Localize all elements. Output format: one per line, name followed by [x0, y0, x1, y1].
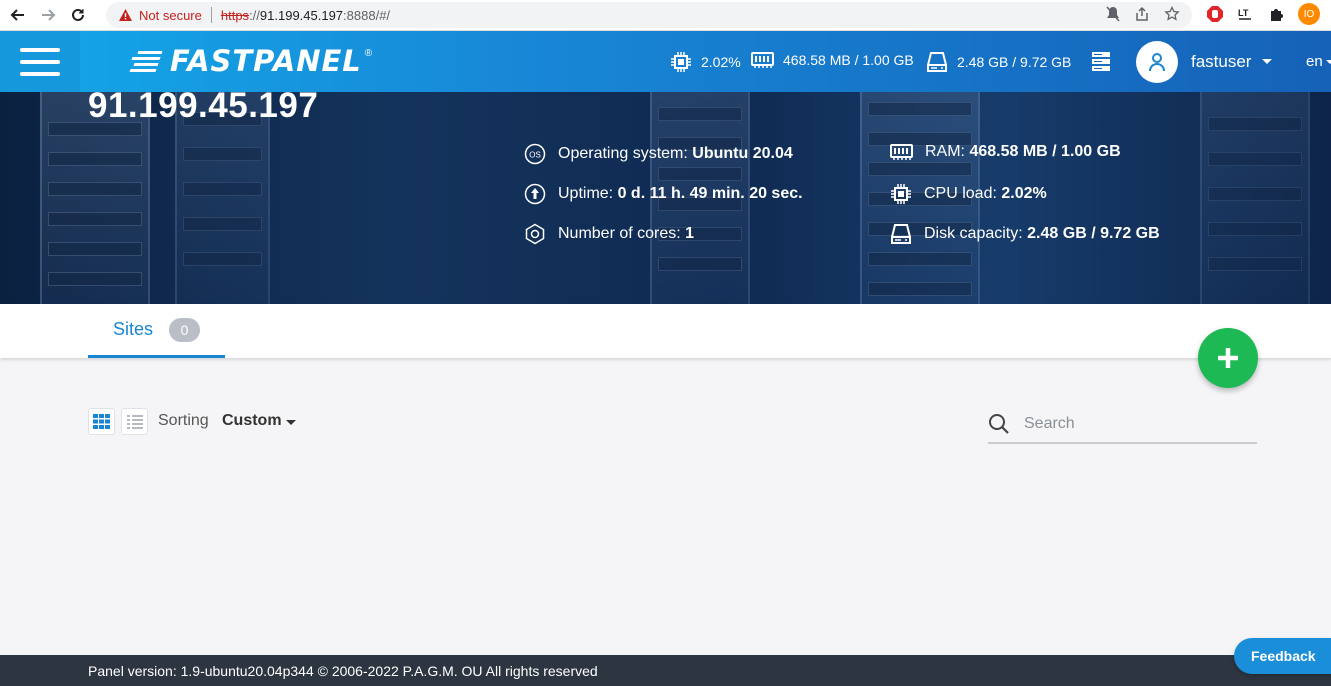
cpu-info: CPU load: 2.02% [890, 183, 1047, 205]
tab-bar: Sites 0 [0, 304, 1331, 358]
logo-mark-icon [129, 48, 164, 74]
security-label: Not secure [139, 7, 202, 23]
cpu-value: 2.02% [1001, 185, 1047, 202]
list-view-button[interactable] [121, 408, 148, 435]
ram-info: RAM: 468.58 MB / 1.00 GB [890, 143, 1121, 161]
cores-icon [525, 223, 545, 245]
url-host: 91.199.45.197 [259, 7, 344, 23]
uptime-arrow-up-icon [524, 183, 546, 205]
uptime-info: Uptime: 0 d. 11 h. 49 min. 20 sec. [524, 183, 803, 205]
header-cpu-value: 2.02% [701, 54, 741, 70]
sites-count-badge: 0 [169, 317, 201, 342]
reload-icon[interactable] [66, 3, 90, 27]
security-indicator[interactable]: Not secure [118, 8, 202, 23]
cpu-icon [671, 52, 691, 72]
rack-graphic [1200, 92, 1310, 304]
ram-icon [890, 144, 913, 160]
cores-info: Number of cores: 1 [524, 223, 694, 245]
disk-value: 2.48 GB / 9.72 GB [1027, 225, 1160, 242]
notifications-blocked-icon[interactable] [1106, 6, 1120, 25]
logo-text: FASTPANEL [170, 44, 362, 78]
server-info-banner: 91.199.45.197 OS Operating system: Ubunt… [0, 92, 1331, 304]
url-separator: :// [249, 7, 260, 23]
languagetool-extension-icon[interactable]: LT [1234, 3, 1256, 25]
address-bar[interactable]: Not secure https://91.199.45.197:8888/#/ [106, 2, 1192, 28]
ram-icon [751, 52, 774, 68]
logo-registered-mark: ® [364, 47, 373, 59]
grid-icon [93, 414, 110, 429]
panel-version-text: Panel version: 1.9-ubuntu20.04p344 © 200… [88, 662, 598, 679]
server-icon[interactable] [1091, 51, 1111, 78]
search-input[interactable] [1024, 415, 1244, 433]
svg-text:LT: LT [1238, 8, 1249, 18]
profile-avatar[interactable]: IO [1298, 3, 1320, 25]
sorting-dropdown[interactable]: Custom [222, 412, 282, 430]
warning-icon [119, 9, 132, 21]
adblock-extension-icon[interactable] [1204, 3, 1226, 25]
disk-label: Disk capacity: [924, 225, 1023, 242]
plus-icon [1218, 348, 1238, 368]
cores-label: Number of cores: [558, 225, 681, 242]
disk-icon [927, 52, 947, 72]
sorting-chevron-down-icon[interactable] [286, 420, 296, 425]
tab-sites[interactable]: Sites 0 [88, 304, 225, 358]
feedback-button[interactable]: Feedback [1234, 638, 1331, 674]
fastpanel-logo[interactable]: FASTPANEL ® [129, 44, 373, 78]
url-scheme: https [220, 7, 250, 23]
svg-text:OS: OS [529, 151, 541, 160]
user-avatar[interactable] [1136, 41, 1178, 83]
omnibox-divider [210, 7, 212, 23]
menu-icon[interactable] [0, 31, 80, 92]
header-ram-stat[interactable]: 468.58 MB / 1.00 GB [751, 51, 914, 69]
cpu-icon [891, 184, 911, 204]
os-icon: OS [524, 143, 546, 165]
url-path: :8888/#/ [343, 7, 391, 23]
bookmark-star-icon[interactable] [1164, 5, 1180, 25]
os-value: Ubuntu 20.04 [692, 145, 793, 162]
search-field[interactable] [988, 406, 1257, 444]
cpu-label: CPU load: [924, 185, 997, 202]
username[interactable]: fastuser [1191, 52, 1251, 72]
app-header: FASTPANEL ® 2.02% 468.58 MB / 1.00 GB 2.… [0, 31, 1331, 92]
tab-sites-label: Sites [113, 319, 154, 339]
grid-view-button[interactable] [88, 408, 115, 435]
ram-value: 468.58 MB / 1.00 GB [969, 143, 1121, 160]
os-info: OS Operating system: Ubuntu 20.04 [524, 143, 793, 165]
extensions-puzzle-icon[interactable] [1266, 3, 1288, 25]
back-icon[interactable] [6, 3, 30, 27]
browser-toolbar: Not secure https://91.199.45.197:8888/#/… [0, 0, 1331, 31]
add-site-button[interactable] [1198, 328, 1258, 388]
ram-label: RAM: [925, 143, 965, 160]
server-ip-title: 91.199.45.197 [88, 92, 319, 125]
disk-info: Disk capacity: 2.48 GB / 9.72 GB [890, 223, 1160, 245]
uptime-value: 0 d. 11 h. 49 min. 20 sec. [617, 185, 803, 202]
sorting-label: Sorting [158, 412, 209, 429]
language-chevron-down-icon[interactable] [1326, 60, 1331, 64]
header-cpu-stat[interactable]: 2.02% [670, 51, 741, 73]
header-ram-value: 468.58 MB / 1.00 GB [783, 52, 914, 68]
user-icon [1149, 53, 1165, 72]
header-disk-stat[interactable]: 2.48 GB / 9.72 GB [926, 51, 1071, 73]
footer: Panel version: 1.9-ubuntu20.04p344 © 200… [0, 655, 1331, 686]
uptime-label: Uptime: [558, 185, 614, 202]
header-disk-value: 2.48 GB / 9.72 GB [957, 54, 1072, 70]
user-menu-chevron-down-icon[interactable] [1262, 59, 1272, 64]
language-selector[interactable]: en [1306, 53, 1323, 70]
search-icon [989, 414, 1009, 434]
disk-icon [891, 224, 911, 244]
forward-icon[interactable] [36, 3, 60, 27]
cores-value: 1 [685, 225, 695, 242]
share-icon[interactable] [1134, 6, 1150, 25]
list-icon [126, 414, 143, 429]
os-label: Operating system: [558, 145, 688, 162]
